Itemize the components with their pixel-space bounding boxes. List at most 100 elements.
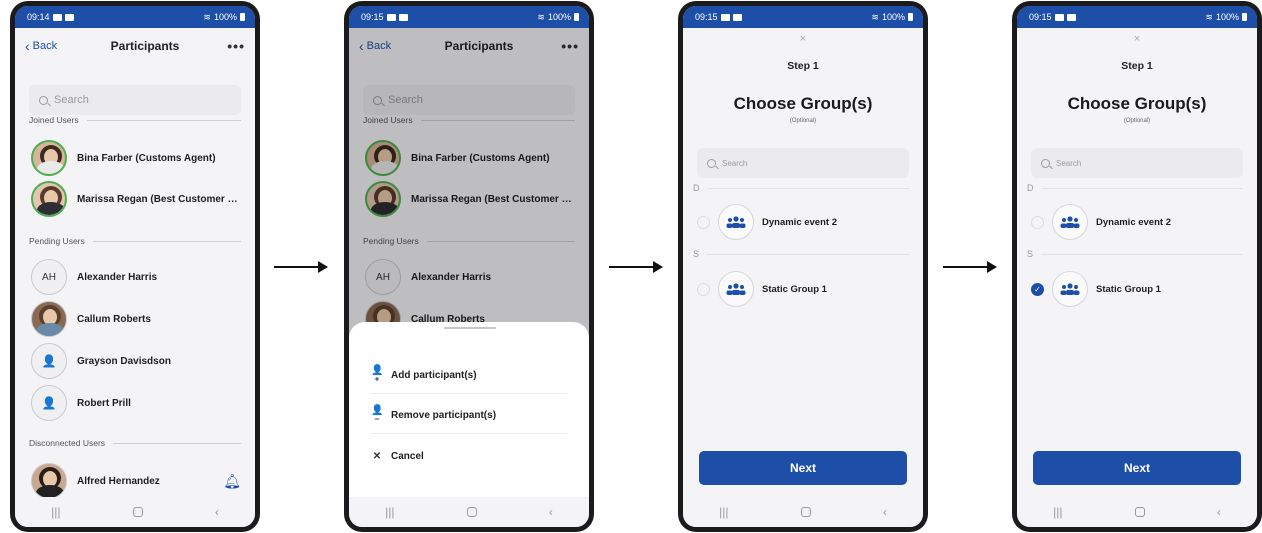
status-time: 09:15 <box>361 12 384 22</box>
group-name: Dynamic event 2 <box>1096 216 1171 228</box>
wifi-icon: ≋ <box>1205 11 1213 22</box>
home-icon[interactable] <box>800 507 811 517</box>
add-participant-button[interactable]: 👤⁺ Add participant(s) <box>371 358 567 394</box>
avatar <box>31 181 67 217</box>
page-title: Participants <box>110 39 180 53</box>
group-icon <box>1052 271 1088 307</box>
screen: 09:15 ≋ 100% × Step 1 Choose Group(s) (Op… <box>1017 6 1257 527</box>
battery-level: 100% <box>213 12 237 22</box>
home-icon[interactable] <box>132 507 143 517</box>
close-icon: ✕ <box>372 450 382 462</box>
wifi-icon: ≋ <box>871 11 879 22</box>
back-nav-icon[interactable]: ‹ <box>883 505 887 519</box>
radio-button[interactable] <box>697 215 710 229</box>
battery-level: 100% <box>881 12 905 22</box>
home-icon[interactable] <box>466 507 477 517</box>
status-time: 09:15 <box>695 12 718 22</box>
battery-icon <box>240 13 245 21</box>
user-name: Alexander Harris <box>77 271 158 283</box>
search-icon <box>39 95 48 105</box>
remove-participant-button[interactable]: 👤⁻ Remove participant(s) <box>371 398 567 434</box>
system-nav-bar: ||| ‹ <box>683 497 923 527</box>
phone-participants-action-sheet: 09:15 ≋ 100% ‹ Back Participants ••• Searc… <box>344 1 594 532</box>
back-nav-icon[interactable]: ‹ <box>549 505 553 519</box>
next-button[interactable]: Next <box>699 451 907 485</box>
page-title: Choose Group(s) <box>1067 94 1207 113</box>
home-icon[interactable] <box>1134 507 1145 517</box>
system-nav-bar: ||| ‹ <box>1017 497 1257 527</box>
cancel-button[interactable]: ✕ Cancel <box>371 438 567 474</box>
screen: 09:15 ≋ 100% × Step 1 Choose Group(s) (Op… <box>683 6 923 527</box>
radio-button[interactable] <box>697 282 710 296</box>
recents-icon[interactable]: ||| <box>719 505 728 519</box>
top-bar: ‹ Back Participants ••• <box>15 28 255 64</box>
user-name: Grayson Davisdson <box>77 355 171 367</box>
search-icon <box>707 158 716 168</box>
section-pending: Pending Users <box>29 236 241 246</box>
search-input[interactable]: Search <box>29 85 241 115</box>
bell-icon[interactable]: 🔔︎ <box>223 473 241 490</box>
section-letter: D <box>1027 183 1243 193</box>
recents-icon[interactable]: ||| <box>1053 505 1062 519</box>
user-row[interactable]: Alfred Hernandez 🔔︎ <box>31 462 241 500</box>
battery-level: 100% <box>547 12 571 22</box>
back-button[interactable]: ‹ Back <box>25 39 95 53</box>
group-row[interactable]: Dynamic event 2 <box>1031 202 1243 242</box>
more-button[interactable]: ••• <box>205 38 245 54</box>
optional-label: (Optional) <box>789 118 817 124</box>
user-row[interactable]: 👤 Robert Prill <box>31 384 241 422</box>
person-placeholder-icon: 👤 <box>31 385 67 421</box>
group-row[interactable]: Dynamic event 2 <box>697 202 909 242</box>
group-row[interactable]: Static Group 1 <box>697 269 909 309</box>
recents-icon[interactable]: ||| <box>385 505 394 519</box>
back-nav-icon[interactable]: ‹ <box>215 505 219 519</box>
group-icon <box>718 271 754 307</box>
back-nav-icon[interactable]: ‹ <box>1217 505 1221 519</box>
search-input[interactable]: Search <box>1031 148 1243 178</box>
step-label: Step 1 <box>1121 60 1153 72</box>
group-row[interactable]: ✓ Static Group 1 <box>1031 269 1243 309</box>
arrow-icon <box>943 261 997 273</box>
status-time: 09:15 <box>1029 12 1052 22</box>
phone-choose-group: 09:15 ≋ 100% × Step 1 Choose Group(s) (Op… <box>678 1 928 532</box>
status-bar: 09:15 ≋ 100% <box>1017 6 1257 28</box>
avatar-initials: AH <box>31 259 67 295</box>
close-button[interactable]: × <box>683 33 923 45</box>
battery-icon <box>908 13 913 21</box>
wifi-icon: ≋ <box>537 11 545 22</box>
section-joined: Joined Users <box>29 115 241 125</box>
avatar <box>31 463 67 499</box>
group-name: Static Group 1 <box>1096 283 1161 295</box>
close-button[interactable]: × <box>1017 33 1257 45</box>
chevron-left-icon: ‹ <box>25 38 30 54</box>
page-title: Choose Group(s) <box>733 94 873 113</box>
drag-handle[interactable] <box>444 327 496 329</box>
user-name: Alfred Hernandez <box>77 475 160 487</box>
person-placeholder-icon: 👤 <box>31 343 67 379</box>
status-bar: 09:15 ≋ 100% <box>349 6 589 28</box>
phone-participants: 09:14 ≋ 100% ‹ Back Participants ••• Searc… <box>10 1 260 532</box>
screen: 09:15 ≋ 100% ‹ Back Participants ••• Searc… <box>349 6 589 527</box>
next-button[interactable]: Next <box>1033 451 1241 485</box>
recents-icon[interactable]: ||| <box>51 505 60 519</box>
step-label: Step 1 <box>787 60 819 72</box>
radio-button[interactable] <box>1031 215 1044 229</box>
battery-icon <box>574 13 579 21</box>
system-nav-bar: ||| ‹ <box>349 497 589 527</box>
user-row[interactable]: 👤 Grayson Davisdson <box>31 342 241 380</box>
system-nav-bar: ||| ‹ <box>15 497 255 527</box>
user-row[interactable]: Marissa Regan (Best Customer Su... <box>31 180 241 218</box>
phone-choose-group-selected: 09:15 ≋ 100% × Step 1 Choose Group(s) (Op… <box>1012 1 1262 532</box>
user-row[interactable]: Bina Farber (Customs Agent) <box>31 139 241 177</box>
avatar <box>31 140 67 176</box>
arrow-icon <box>609 261 663 273</box>
section-letter: D <box>693 183 909 193</box>
group-name: Static Group 1 <box>762 283 827 295</box>
user-row[interactable]: AH Alexander Harris <box>31 258 241 296</box>
user-name: Robert Prill <box>77 397 131 409</box>
user-name: Callum Roberts <box>77 313 151 325</box>
optional-label: (Optional) <box>1123 118 1151 124</box>
checkmark-icon[interactable]: ✓ <box>1031 282 1044 296</box>
user-row[interactable]: Callum Roberts <box>31 300 241 338</box>
search-input[interactable]: Search <box>697 148 909 178</box>
